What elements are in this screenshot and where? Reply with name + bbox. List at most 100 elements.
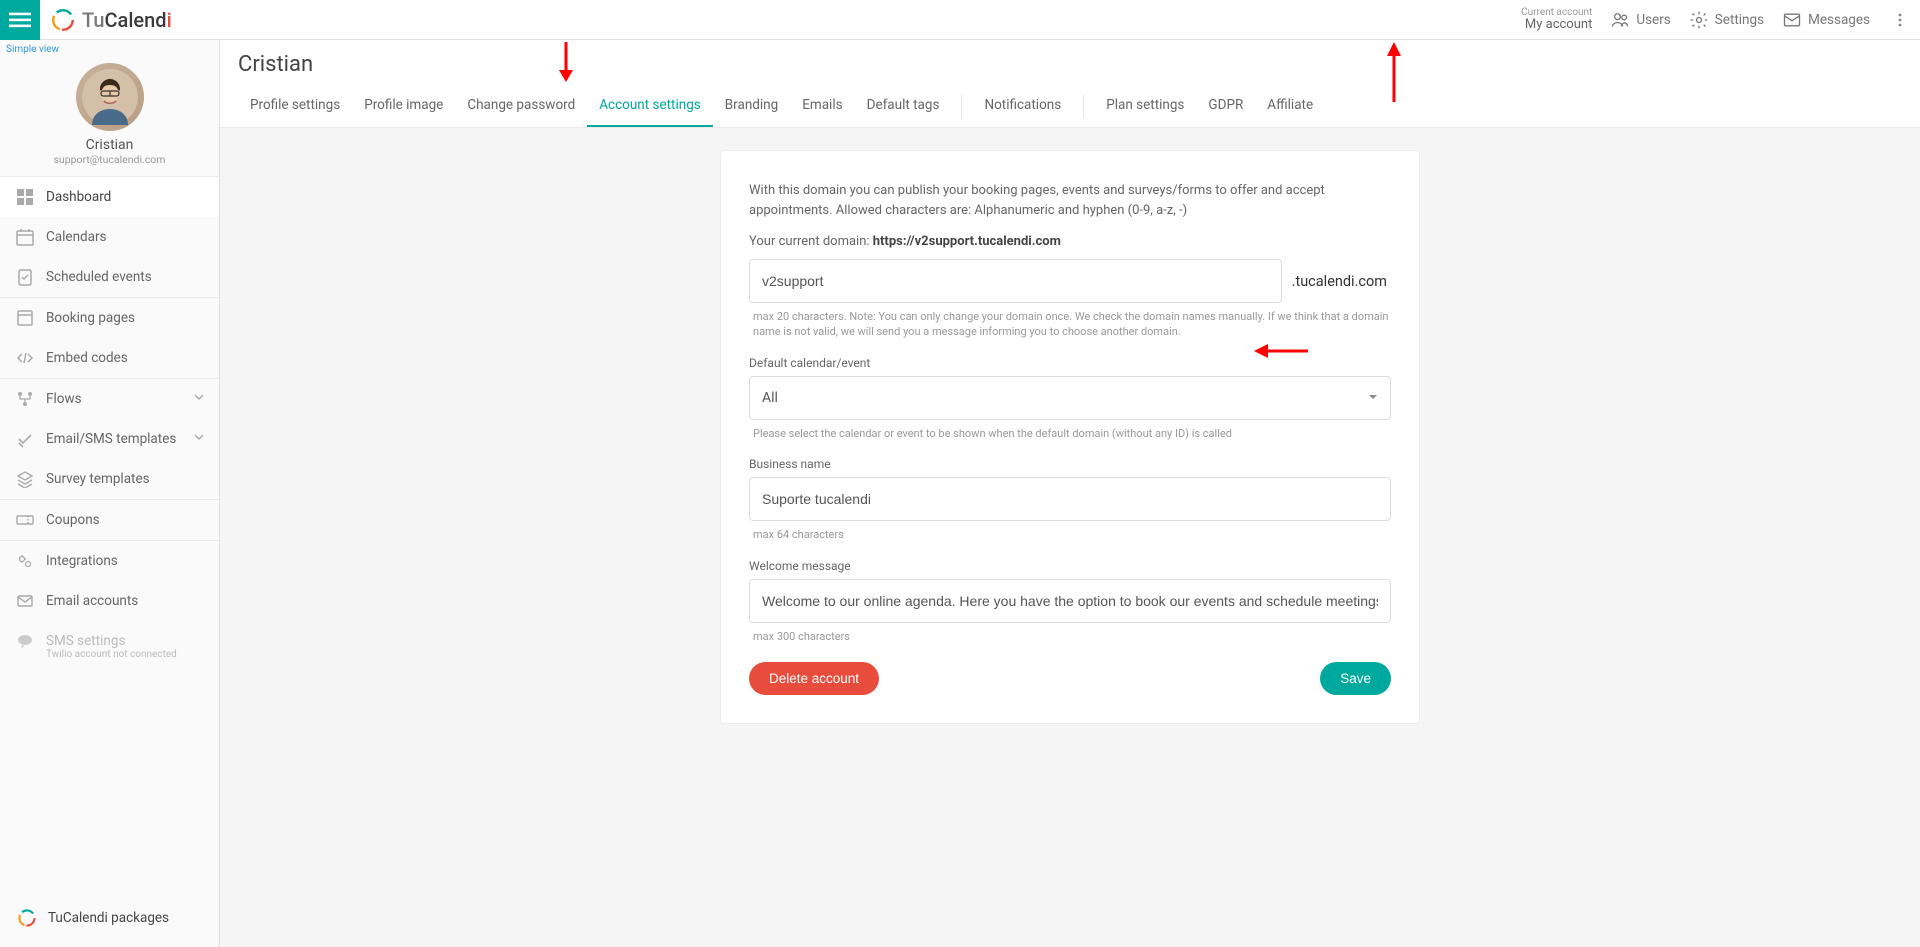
settings-link[interactable]: Settings bbox=[1689, 10, 1764, 30]
business-name-label: Business name bbox=[749, 457, 1391, 471]
code-icon bbox=[16, 349, 34, 367]
hamburger-icon bbox=[9, 9, 31, 31]
ticket-icon bbox=[16, 511, 34, 529]
current-domain: Your current domain: https://v2support.t… bbox=[749, 234, 1391, 249]
sidebar-label: Dashboard bbox=[46, 189, 111, 205]
sidebar-label: SMS settings bbox=[46, 633, 125, 649]
packages-link[interactable]: TuCalendi packages bbox=[0, 893, 219, 947]
tab-plan-settings[interactable]: Plan settings bbox=[1094, 87, 1196, 127]
default-calendar-hint: Please select the calendar or event to b… bbox=[749, 426, 1391, 441]
users-icon bbox=[1610, 10, 1630, 30]
tab-account-settings[interactable]: Account settings bbox=[587, 87, 713, 127]
sidebar-label: Survey templates bbox=[46, 471, 150, 487]
sidebar-item-dashboard[interactable]: Dashboard bbox=[0, 177, 219, 217]
tab-emails[interactable]: Emails bbox=[790, 87, 854, 127]
simple-view-toggle[interactable]: Simple view bbox=[0, 40, 219, 59]
calendar-icon bbox=[16, 228, 34, 246]
account-settings-card: With this domain you can publish your bo… bbox=[720, 150, 1420, 724]
avatar[interactable] bbox=[76, 63, 144, 131]
tabs: Profile settings Profile image Change pa… bbox=[238, 87, 1902, 127]
business-name-input[interactable] bbox=[749, 477, 1391, 521]
menu-button[interactable] bbox=[0, 0, 40, 40]
topbar: TuCalendi Current account My account Use… bbox=[0, 0, 1920, 40]
sidebar-item-integrations[interactable]: Integrations bbox=[0, 541, 219, 581]
welcome-message-label: Welcome message bbox=[749, 559, 1391, 573]
page-icon bbox=[16, 309, 34, 327]
check-icon bbox=[16, 430, 34, 448]
more-vertical-icon bbox=[1892, 12, 1908, 28]
save-button[interactable]: Save bbox=[1320, 662, 1391, 695]
sidebar-item-sms: SMS settings Twilio account not connecte… bbox=[0, 621, 219, 674]
main-header: Cristian Profile settings Profile image … bbox=[220, 40, 1920, 128]
sidebar-profile: Cristian support@tucalendi.com bbox=[0, 59, 219, 176]
page-title: Cristian bbox=[238, 52, 1902, 77]
welcome-message-input[interactable] bbox=[749, 579, 1391, 623]
caret-down-icon bbox=[1368, 390, 1378, 406]
sidebar-item-email-accounts[interactable]: Email accounts bbox=[0, 581, 219, 621]
more-menu[interactable] bbox=[1888, 12, 1912, 28]
tab-profile-image[interactable]: Profile image bbox=[352, 87, 455, 127]
sidebar-label: Scheduled events bbox=[46, 269, 152, 285]
logo[interactable]: TuCalendi bbox=[40, 7, 172, 33]
messages-label: Messages bbox=[1808, 12, 1870, 28]
tab-separator bbox=[1083, 95, 1084, 119]
content: With this domain you can publish your bo… bbox=[220, 128, 1920, 947]
sidebar-item-coupons[interactable]: Coupons bbox=[0, 500, 219, 540]
domain-hint: max 20 characters. Note: You can only ch… bbox=[749, 309, 1391, 340]
settings-label: Settings bbox=[1715, 12, 1764, 28]
tab-change-password[interactable]: Change password bbox=[455, 87, 587, 127]
logo-small-icon bbox=[16, 907, 38, 929]
main: Cristian Profile settings Profile image … bbox=[220, 40, 1920, 947]
default-calendar-select[interactable]: All bbox=[749, 376, 1391, 420]
domain-input[interactable] bbox=[749, 259, 1282, 303]
sidebar: Simple view Cristian support@tucalendi.c… bbox=[0, 40, 220, 947]
account-switcher[interactable]: Current account My account bbox=[1521, 7, 1592, 32]
messages-link[interactable]: Messages bbox=[1782, 10, 1870, 30]
sidebar-label: Email accounts bbox=[46, 593, 138, 609]
tab-notifications[interactable]: Notifications bbox=[972, 87, 1073, 127]
sidebar-item-survey[interactable]: Survey templates bbox=[0, 459, 219, 499]
users-label: Users bbox=[1636, 12, 1670, 28]
sms-icon bbox=[16, 632, 34, 650]
tab-profile-settings[interactable]: Profile settings bbox=[238, 87, 352, 127]
sidebar-item-scheduled[interactable]: Scheduled events bbox=[0, 257, 219, 297]
sidebar-label: Embed codes bbox=[46, 350, 128, 366]
sidebar-label: Flows bbox=[46, 391, 82, 407]
business-name-hint: max 64 characters bbox=[749, 527, 1391, 542]
welcome-message-hint: max 300 characters bbox=[749, 629, 1391, 644]
current-domain-value: https://v2support.tucalendi.com bbox=[873, 234, 1061, 249]
logo-icon bbox=[50, 7, 76, 33]
tab-affiliate[interactable]: Affiliate bbox=[1255, 87, 1325, 127]
tab-branding[interactable]: Branding bbox=[713, 87, 790, 127]
dashboard-icon bbox=[16, 188, 34, 206]
topbar-right: Current account My account Users Setting… bbox=[1521, 0, 1912, 40]
logo-text: TuCalendi bbox=[82, 8, 172, 32]
flow-icon bbox=[16, 390, 34, 408]
sidebar-item-booking[interactable]: Booking pages bbox=[0, 298, 219, 338]
users-link[interactable]: Users bbox=[1610, 10, 1670, 30]
delete-account-button[interactable]: Delete account bbox=[749, 662, 879, 695]
current-domain-label: Your current domain: bbox=[749, 234, 873, 249]
sidebar-item-flows[interactable]: Flows bbox=[0, 379, 219, 419]
chevron-down-icon bbox=[193, 391, 205, 407]
clipboard-icon bbox=[16, 268, 34, 286]
tab-separator bbox=[961, 95, 962, 119]
gear-icon bbox=[1689, 10, 1709, 30]
sidebar-sublabel: Twilio account not connected bbox=[46, 649, 177, 660]
profile-name: Cristian bbox=[86, 137, 134, 153]
sidebar-label: Calendars bbox=[46, 229, 107, 245]
sidebar-label: Coupons bbox=[46, 512, 100, 528]
select-value: All bbox=[762, 390, 778, 406]
tab-default-tags[interactable]: Default tags bbox=[855, 87, 952, 127]
sidebar-item-calendars[interactable]: Calendars bbox=[0, 217, 219, 257]
sidebar-label: Integrations bbox=[46, 553, 118, 569]
mail-icon bbox=[1782, 10, 1802, 30]
packages-label: TuCalendi packages bbox=[48, 910, 169, 926]
sidebar-label: Email/SMS templates bbox=[46, 431, 176, 447]
sidebar-item-embed[interactable]: Embed codes bbox=[0, 338, 219, 378]
profile-email: support@tucalendi.com bbox=[54, 153, 166, 166]
tab-gdpr[interactable]: GDPR bbox=[1196, 87, 1255, 127]
sidebar-item-templates[interactable]: Email/SMS templates bbox=[0, 419, 219, 459]
avatar-image bbox=[82, 69, 138, 125]
chevron-down-icon bbox=[193, 431, 205, 447]
